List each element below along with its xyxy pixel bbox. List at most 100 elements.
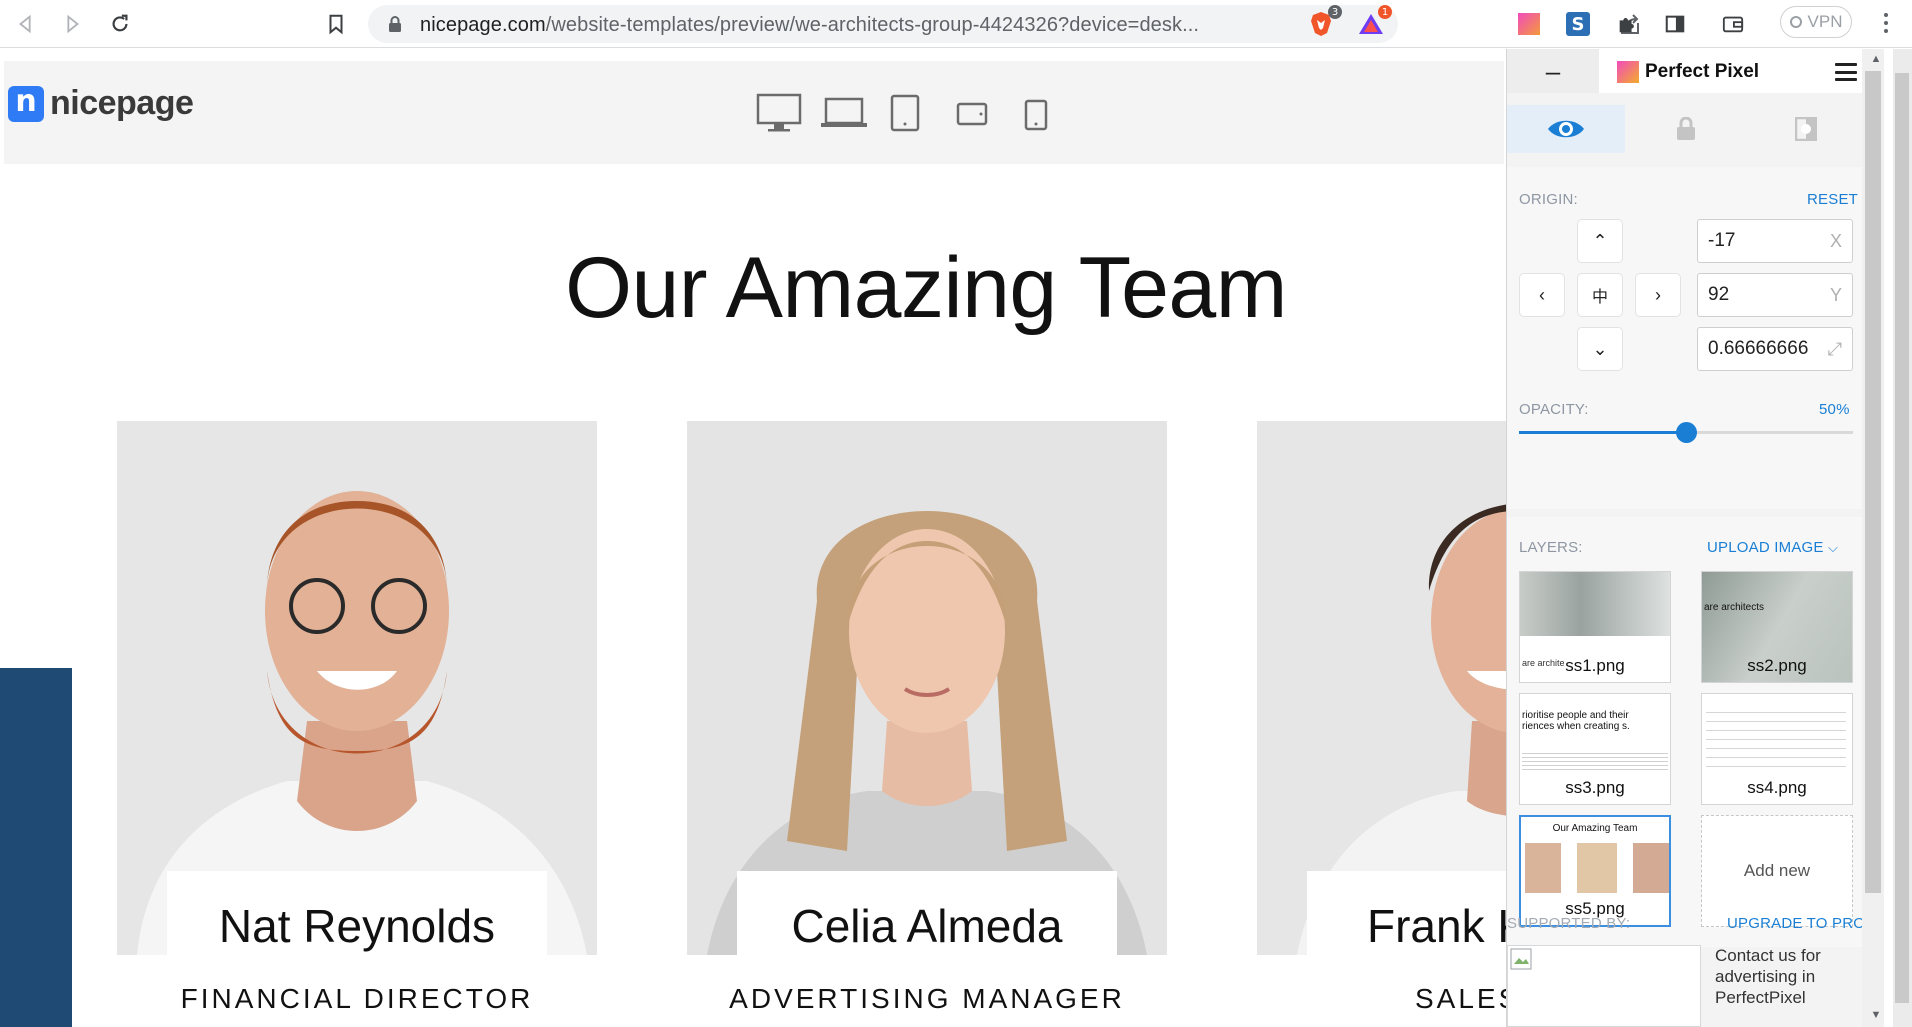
brave-rewards-button[interactable]: 1 [1356, 5, 1392, 39]
move-right-button[interactable]: › [1635, 273, 1681, 317]
address-bar[interactable]: nicepage.com/website-templates/preview/w… [368, 5, 1639, 43]
layer-thumb-lines [1706, 704, 1846, 774]
pp-minimize-button[interactable]: – [1507, 49, 1599, 93]
opacity-slider-handle[interactable] [1676, 422, 1697, 443]
pp-header: – Perfect Pixel [1507, 49, 1867, 93]
perfect-pixel-icon [1518, 13, 1540, 35]
add-new-layer-button[interactable]: Add new [1701, 815, 1853, 927]
member-role: FINANCIAL DIRECTOR [180, 983, 534, 1014]
supported-by-label: SUPPORTED BY: [1507, 915, 1631, 932]
layer-thumb[interactable]: are architects ss2.png [1701, 571, 1853, 683]
scale-value: 0.66666666 [1708, 338, 1809, 359]
origin-y-input[interactable]: 92 Y [1697, 273, 1853, 317]
pp-origin-section: ORIGIN: RESET ⌃ ‹ 中 › ⌄ -17 X 92 Y 0.66666… [1507, 167, 1867, 509]
opacity-slider-fill [1519, 431, 1686, 434]
url-text: nicepage.com/website-templates/preview/w… [420, 14, 1199, 37]
move-up-button[interactable]: ⌃ [1577, 219, 1623, 263]
browser-toolbar: nicepage.com/website-templates/preview/w… [0, 0, 1912, 48]
layer-thumb[interactable]: rioritise people and their riences when … [1519, 693, 1671, 805]
pp-layers-section: LAYERS: UPLOAD IMAGE ⌵ are archite ss1.p… [1507, 517, 1867, 947]
reset-button[interactable]: RESET [1807, 191, 1858, 208]
bookmark-icon [329, 14, 343, 35]
move-left-button[interactable]: ‹ [1519, 273, 1565, 317]
layers-label: LAYERS: [1519, 539, 1583, 556]
brave-badge: 3 [1328, 5, 1342, 19]
chevron-left-icon: ‹ [1539, 284, 1545, 305]
tab-invert[interactable] [1747, 105, 1865, 153]
brave-shields-button[interactable]: 3 [1306, 5, 1342, 39]
perfect-pixel-panel: – Perfect Pixel ORIGIN: RESET ⌃ ‹ 中 › ⌄ … [1506, 49, 1867, 1027]
layer-thumb-photo [1633, 843, 1669, 893]
opacity-slider[interactable] [1519, 422, 1853, 443]
nicepage-logo-text: nicepage [50, 84, 194, 122]
advertising-text[interactable]: Contact us for advertising in PerfectPix… [1715, 945, 1855, 1008]
broken-image-icon [1510, 948, 1532, 970]
layer-thumb-photo [1525, 843, 1561, 893]
opacity-value: 50% [1819, 401, 1850, 418]
member-name: Celia Almeda [791, 900, 1063, 952]
nicepage-logo-mark: n [8, 85, 44, 122]
layer-name: ss4.png [1747, 778, 1807, 797]
sidebar-icon [1665, 15, 1685, 33]
origin-x-input[interactable]: -17 X [1697, 219, 1853, 263]
chevron-down-icon: ⌵ [1827, 540, 1839, 555]
vpn-toggle[interactable]: VPN [1780, 6, 1852, 38]
opacity-label: OPACITY: [1519, 401, 1589, 418]
panel-scrollbar[interactable]: ▲ ▼ [1862, 49, 1884, 1027]
scale-input[interactable]: 0.66666666 ⤢ [1697, 327, 1853, 371]
perfect-pixel-extension[interactable] [1514, 9, 1544, 39]
layer-thumb-selected[interactable]: Our Amazing Team ss5.png [1519, 815, 1671, 927]
vpn-status-icon [1789, 16, 1802, 28]
lock-icon [389, 16, 401, 32]
advertisement-image[interactable] [1507, 945, 1701, 1027]
chevron-right-icon: › [1655, 284, 1661, 305]
tablet-landscape-icon[interactable] [956, 101, 988, 127]
x-value: -17 [1708, 230, 1736, 251]
upload-image-button[interactable]: UPLOAD IMAGE ⌵ [1707, 539, 1838, 556]
panel-scroll-thumb[interactable] [1865, 71, 1881, 893]
vpn-label: VPN [1807, 12, 1843, 31]
layer-thumb[interactable]: are archite ss1.png [1519, 571, 1671, 683]
x-unit: X [1829, 231, 1842, 251]
member-name-card: Celia Almeda [737, 871, 1117, 981]
phone-icon[interactable] [1024, 99, 1048, 131]
tablet-icon[interactable] [890, 93, 920, 133]
tab-visibility[interactable] [1507, 105, 1625, 153]
browser-menu-button[interactable] [1876, 10, 1896, 36]
reload-button[interactable] [102, 6, 138, 42]
forward-button[interactable] [54, 6, 90, 42]
upgrade-to-pro-link[interactable]: UPGRADE TO PRO [1727, 915, 1865, 932]
extensions-button[interactable] [1612, 9, 1642, 39]
lock-icon [1677, 117, 1695, 140]
center-button[interactable]: 中 [1577, 273, 1623, 317]
center-crosshair-icon: 中 [1591, 287, 1608, 306]
layer-thumb[interactable]: ss4.png [1701, 693, 1853, 805]
layer-name: ss3.png [1565, 778, 1625, 797]
scroll-down-icon[interactable]: ▼ [1866, 1007, 1886, 1023]
pp-menu-button[interactable] [1835, 63, 1857, 81]
laptop-icon[interactable] [820, 93, 868, 133]
page-scrollbar[interactable] [1893, 49, 1912, 1027]
nicepage-preview-header: n nicepage [4, 61, 1504, 164]
layer-thumb-caption: Our Amazing Team [1552, 823, 1638, 834]
pp-title: Perfect Pixel [1645, 61, 1760, 82]
tab-lock[interactable] [1627, 105, 1745, 153]
back-button[interactable] [8, 6, 44, 42]
layer-name: ss2.png [1747, 656, 1807, 675]
sidebar-button[interactable] [1660, 9, 1690, 39]
decorative-blue-strip [0, 668, 72, 1027]
layer-thumb-caption: are architects [1704, 602, 1765, 613]
desktop-icon[interactable] [756, 93, 802, 133]
layer-name: ss1.png [1565, 656, 1625, 675]
s-extension[interactable]: S [1563, 9, 1593, 39]
puzzle-icon [1619, 18, 1634, 33]
bookmark-button[interactable] [318, 6, 354, 42]
rewards-badge: 1 [1378, 5, 1392, 19]
scroll-up-icon[interactable]: ▲ [1866, 51, 1886, 67]
page-scroll-thumb[interactable] [1895, 73, 1909, 1003]
origin-label: ORIGIN: [1519, 191, 1578, 208]
wallet-button[interactable] [1718, 9, 1748, 39]
nicepage-logo[interactable]: n nicepage [8, 84, 194, 123]
move-down-button[interactable]: ⌄ [1577, 327, 1623, 371]
back-icon [19, 14, 31, 34]
